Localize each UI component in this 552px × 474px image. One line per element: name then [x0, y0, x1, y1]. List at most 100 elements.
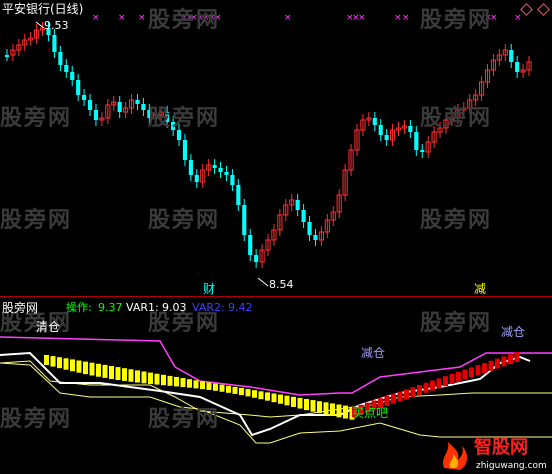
candle-body: [254, 255, 259, 262]
signal-mark: ×: [514, 13, 522, 23]
yellow-bar: [336, 404, 342, 418]
yellow-bar: [310, 400, 316, 412]
candle-body: [301, 210, 306, 222]
yellow-bar: [245, 389, 251, 397]
annotation-jiancang-mid: 减仓: [361, 346, 386, 360]
candle-body: [52, 35, 57, 52]
var1-label: VAR1:: [126, 301, 159, 314]
yellow-bar: [232, 386, 238, 394]
candle-body: [372, 118, 377, 125]
signal-mark: ×: [214, 13, 222, 23]
candle-body: [76, 80, 81, 95]
candlestick-chart[interactable]: × × × ××××××× × ××× × × ×× ×: [0, 0, 552, 296]
yellow-bar: [297, 397, 303, 409]
candle-body: [420, 150, 425, 152]
yellow-bar: [174, 377, 179, 387]
red-bar: [449, 374, 455, 384]
red-bar: [495, 358, 500, 369]
logo-url: zhiguwang.com: [476, 461, 547, 471]
candle-body: [313, 235, 318, 240]
yellow-bar: [239, 388, 244, 396]
yellow-bar: [252, 390, 257, 398]
yellow-bar: [219, 384, 225, 392]
candle-body: [384, 135, 389, 140]
yellow-bar: [291, 396, 296, 407]
yellow-bar: [109, 366, 114, 379]
yellow-bar: [187, 379, 192, 388]
yellow-bar: [50, 356, 56, 367]
candle-body: [4, 55, 10, 57]
yellow-bar: [323, 402, 329, 415]
candle-body: [236, 185, 241, 205]
candle-body: [64, 65, 69, 72]
var2-label: VAR2:: [192, 301, 225, 314]
yellow-bar: [193, 380, 199, 389]
yellow-bar: [213, 383, 218, 391]
candle-body: [408, 126, 413, 132]
resistance-line: [0, 336, 552, 396]
red-bar: [488, 360, 494, 371]
candle-body: [82, 95, 87, 100]
var1-value: 9.03: [162, 301, 187, 314]
red-bar: [443, 376, 448, 387]
yellow-bar: [83, 361, 88, 375]
red-bar: [417, 385, 422, 395]
red-bar: [384, 396, 390, 406]
red-bar: [475, 365, 481, 376]
red-bar: [430, 380, 435, 391]
logo-text: 智股网: [474, 437, 528, 458]
candle-body: [378, 125, 383, 135]
candle-body: [515, 62, 520, 72]
yellow-bar: [44, 355, 49, 365]
yellow-bar: [115, 367, 121, 380]
yellow-bar: [135, 370, 140, 383]
yellow-bar: [122, 368, 127, 381]
caozuo-label: 操作:: [66, 301, 92, 314]
caozuo-value: 9.37: [98, 301, 123, 314]
candle-body: [248, 235, 253, 255]
candle-body: [188, 160, 193, 175]
yellow-bar: [154, 373, 160, 385]
signal-mark: ×: [284, 13, 292, 23]
candle-body: [218, 168, 223, 172]
red-bar: [501, 356, 507, 367]
red-bar: [397, 391, 403, 402]
marker-cai: 财: [203, 282, 216, 296]
signal-mark: ×: [490, 13, 498, 23]
yellow-bar: [102, 364, 108, 378]
signal-mark: ×: [92, 13, 100, 23]
annotation-jiancang-right: 减仓: [501, 325, 526, 339]
candle-body: [70, 72, 75, 80]
yellow-bar: [278, 394, 283, 404]
red-bar: [404, 389, 409, 400]
yellow-bar: [330, 403, 335, 417]
yellow-bar: [180, 378, 186, 388]
candle-body: [230, 175, 235, 185]
indicator-name: 股旁网: [2, 301, 39, 315]
site-logo: 智股网 zhiguwang.com: [438, 436, 552, 474]
yellow-bar: [304, 399, 309, 411]
yellow-bar: [161, 374, 166, 386]
candle-body: [147, 110, 152, 118]
red-bar: [391, 393, 396, 404]
candle-body: [141, 104, 146, 110]
yellow-bar: [265, 392, 270, 401]
annotation-maidianba: 买点吧: [352, 406, 389, 420]
low-price-label: 8.54: [269, 278, 294, 291]
yellow-bar: [226, 385, 231, 393]
candle-body: [176, 130, 182, 140]
yellow-bar: [63, 358, 69, 370]
price-chart-panel[interactable]: × × × × × × × × × × × × × × × × × × × 股旁网 股旁网 股旁网 股旁网 股旁网 …: [0, 0, 552, 296]
candle-body: [212, 165, 217, 168]
red-bar: [462, 369, 468, 380]
candle-body: [307, 222, 312, 235]
candle-body: [117, 102, 122, 112]
red-bar: [482, 363, 487, 373]
yellow-bar: [317, 401, 322, 414]
candle-body: [171, 122, 176, 130]
signal-mark: ×: [402, 13, 410, 23]
marker-jian: 减: [474, 282, 487, 296]
red-bar: [410, 387, 416, 398]
yellow-bar: [70, 359, 75, 372]
candle-body: [194, 175, 199, 182]
